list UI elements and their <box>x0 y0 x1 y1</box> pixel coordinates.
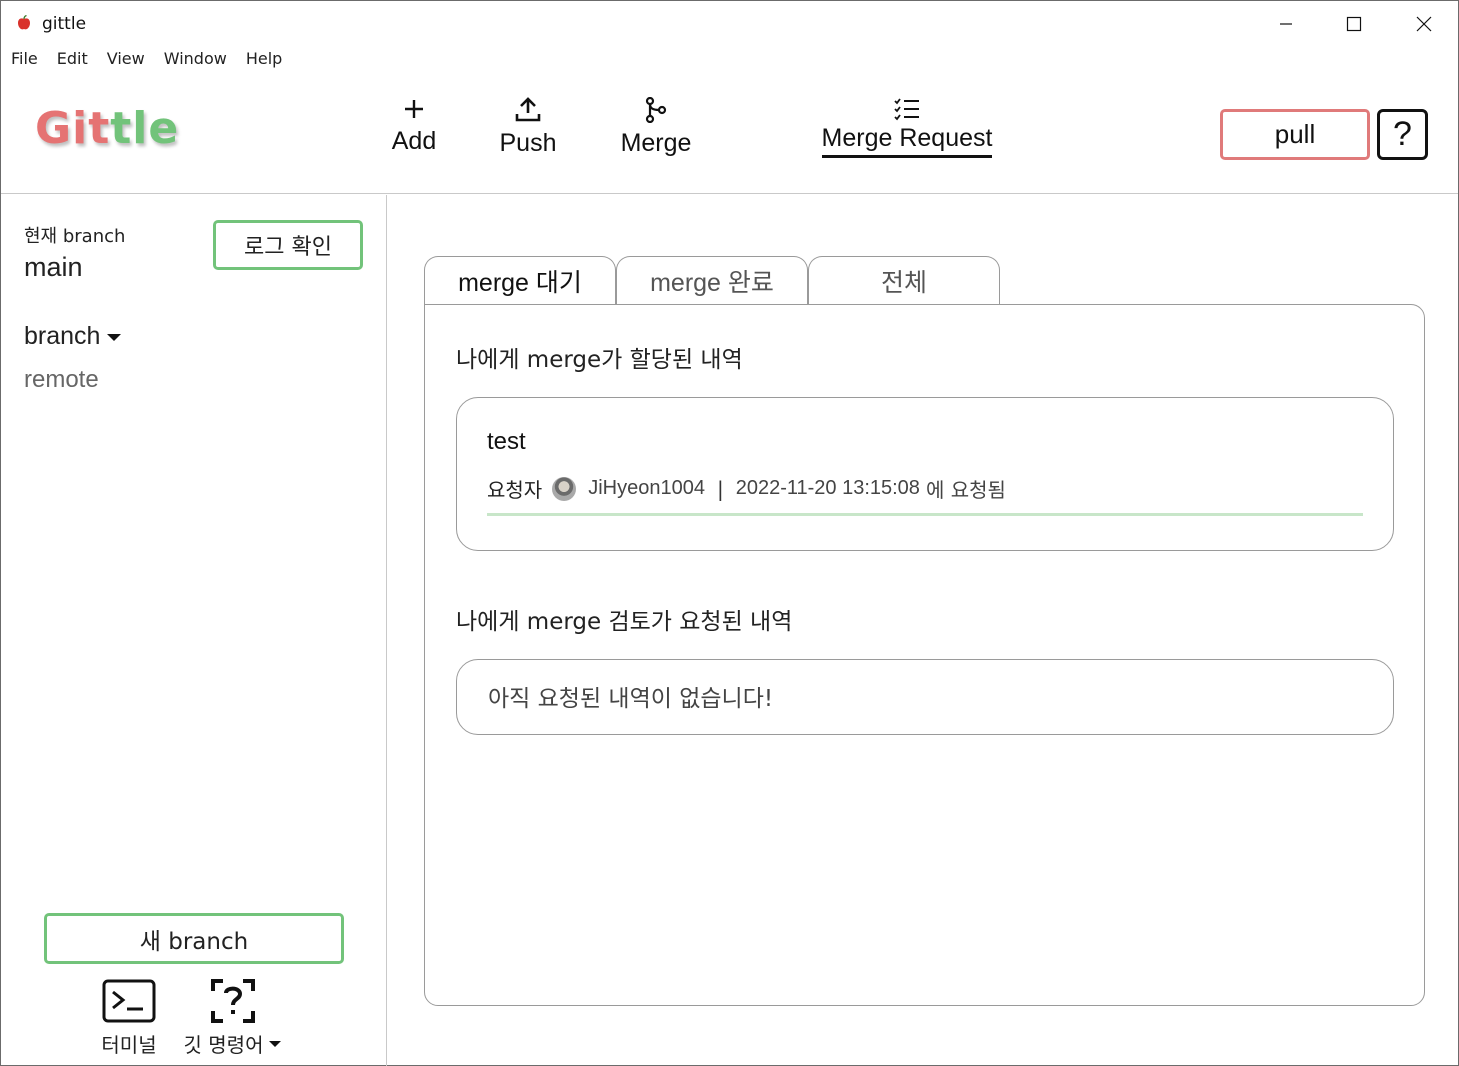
logo-part-1: Git <box>35 103 111 154</box>
menu-bar: File Edit View Window Help <box>1 47 291 75</box>
add-label: Add <box>391 127 437 155</box>
caret-down-icon <box>269 1040 282 1047</box>
help-button[interactable]: ? <box>1377 109 1428 160</box>
review-empty-card: 아직 요청된 내역이 없습니다! <box>456 659 1394 735</box>
minimize-icon <box>1280 23 1292 25</box>
sidebar: 현재 branch main 로그 확인 branch remote 새 bra… <box>1 195 387 1066</box>
apple-app-icon <box>17 14 31 31</box>
meta-separator: | <box>716 476 724 501</box>
review-section-title: 나에게 merge 검토가 요청된 내역 <box>456 609 793 635</box>
requested-suffix: 에 요청됨 <box>925 478 1006 502</box>
gittle-logo: Gittle <box>35 103 179 154</box>
git-help-icon <box>211 979 255 1023</box>
merge-request-label: Merge Request <box>821 124 993 158</box>
merge-label: Merge <box>620 129 692 157</box>
checklist-icon <box>894 98 919 121</box>
title-bar: gittle <box>1 1 1458 47</box>
tab-panel: 나에게 merge가 할당된 내역 test 요청자 JiHyeon1004 |… <box>424 304 1425 1006</box>
push-label: Push <box>499 129 557 157</box>
view-log-button[interactable]: 로그 확인 <box>213 220 363 270</box>
git-commands-button[interactable]: 깃 명령어 <box>179 979 287 1058</box>
maximize-icon <box>1346 16 1362 32</box>
merge-button[interactable]: Merge <box>617 97 695 158</box>
git-merge-icon <box>645 97 667 123</box>
git-commands-label-row: 깃 명령어 <box>184 1029 283 1058</box>
close-button[interactable] <box>1401 7 1447 41</box>
logo-part-2: tle <box>110 103 180 154</box>
avatar <box>552 476 577 501</box>
close-icon <box>1416 16 1432 32</box>
tab-merge-done[interactable]: merge 완료 <box>616 256 808 304</box>
assigned-section-title: 나에게 merge가 할당된 내역 <box>456 347 743 373</box>
tab-merge-pending[interactable]: merge 대기 <box>424 256 616 304</box>
merge-request-meta: 요청자 JiHyeon1004 | 2022-11-20 13:15:08 에 … <box>487 474 1006 503</box>
pull-button[interactable]: pull <box>1220 109 1370 160</box>
menu-view[interactable]: View <box>107 47 145 75</box>
merge-request-tabs: merge 대기 merge 완료 전체 <box>424 256 1000 304</box>
terminal-button[interactable]: 터미널 <box>98 979 160 1058</box>
terminal-label: 터미널 <box>101 1033 157 1057</box>
remote-toggle[interactable]: remote <box>24 366 99 394</box>
maximize-button[interactable] <box>1331 7 1377 41</box>
merge-request-card[interactable]: test 요청자 JiHyeon1004 | 2022-11-20 13:15:… <box>456 397 1394 551</box>
menu-edit[interactable]: Edit <box>57 47 88 75</box>
requester-label: 요청자 <box>487 478 543 502</box>
review-empty-text: 아직 요청된 내역이 없습니다! <box>488 686 774 712</box>
branch-dropdown-label: branch <box>24 322 101 350</box>
current-branch-label: 현재 branch <box>24 226 126 247</box>
upload-icon <box>515 97 541 122</box>
requested-at: 2022-11-20 13:15:08 <box>735 477 920 499</box>
current-branch-name: main <box>24 252 83 282</box>
minimize-button[interactable] <box>1263 7 1309 41</box>
toolbar: Gittle Add Push Merge Merge Request pull… <box>1 79 1458 194</box>
plus-icon <box>405 100 423 118</box>
merge-request-button[interactable]: Merge Request <box>819 97 995 158</box>
git-commands-label: 깃 명령어 <box>183 1033 264 1057</box>
terminal-icon <box>102 979 156 1023</box>
add-button[interactable]: Add <box>386 97 442 156</box>
menu-window[interactable]: Window <box>164 47 227 75</box>
menu-help[interactable]: Help <box>246 47 282 75</box>
branch-dropdown[interactable]: branch <box>24 322 122 351</box>
requester-name: JiHyeon1004 <box>588 477 705 499</box>
tab-all[interactable]: 전체 <box>808 256 1000 304</box>
window-title: gittle <box>42 14 87 34</box>
caret-down-icon <box>107 333 122 341</box>
menu-file[interactable]: File <box>11 47 38 75</box>
merge-request-title: test <box>487 428 526 455</box>
app-window: gittle File Edit View Window Help Gittle… <box>0 0 1459 1066</box>
card-divider <box>487 513 1363 516</box>
new-branch-button[interactable]: 새 branch <box>44 913 344 964</box>
push-button[interactable]: Push <box>495 97 561 158</box>
